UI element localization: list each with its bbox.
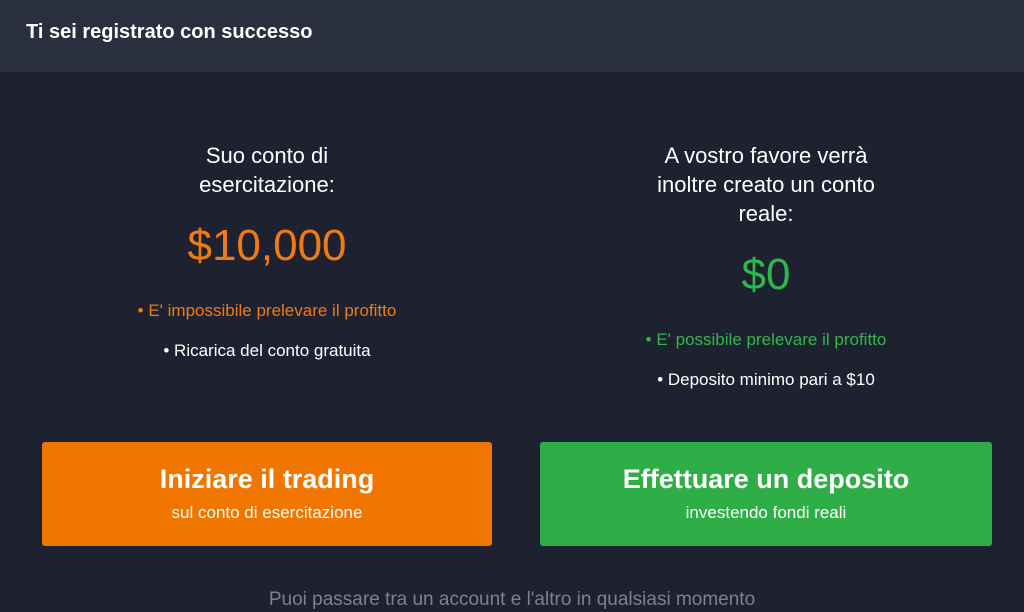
- practice-intro-line-2: esercitazione:: [199, 172, 335, 197]
- practice-account-panel: Suo conto di esercitazione: $10,000 • E'…: [42, 141, 492, 362]
- real-balance: $0: [741, 250, 791, 299]
- make-deposit-button-subtitle: investendo fondi reali: [685, 503, 847, 522]
- start-trading-button[interactable]: Iniziare il trading sul conto di esercit…: [42, 442, 492, 546]
- practice-withdraw-note: • E' impossibile prelevare il profitto: [137, 301, 397, 320]
- real-withdraw-note: • E' possibile prelevare il profitto: [645, 330, 887, 349]
- real-min-deposit-note: • Deposito minimo pari a $10: [657, 370, 875, 389]
- header-bar: Ti sei registrato con successo: [0, 0, 1024, 72]
- page-title: Ti sei registrato con successo: [26, 20, 313, 43]
- real-account-panel: A vostro favore verrà inoltre creato un …: [540, 141, 992, 391]
- real-intro-line-2: inoltre creato un conto: [657, 172, 875, 197]
- real-intro-line-1: A vostro favore verrà: [664, 143, 868, 168]
- real-intro-line-3: reale:: [738, 201, 794, 226]
- footer-switch-note: Puoi passare tra un account e l'altro in…: [268, 589, 756, 610]
- practice-balance: $10,000: [187, 221, 347, 270]
- practice-refill-note: • Ricarica del conto gratuita: [163, 341, 371, 360]
- start-trading-button-title: Iniziare il trading: [159, 464, 375, 494]
- practice-intro-line-1: Suo conto di: [205, 143, 329, 168]
- make-deposit-button[interactable]: Effettuare un deposito investendo fondi …: [540, 442, 992, 546]
- start-trading-button-subtitle: sul conto di esercitazione: [171, 503, 363, 522]
- make-deposit-button-title: Effettuare un deposito: [622, 464, 910, 494]
